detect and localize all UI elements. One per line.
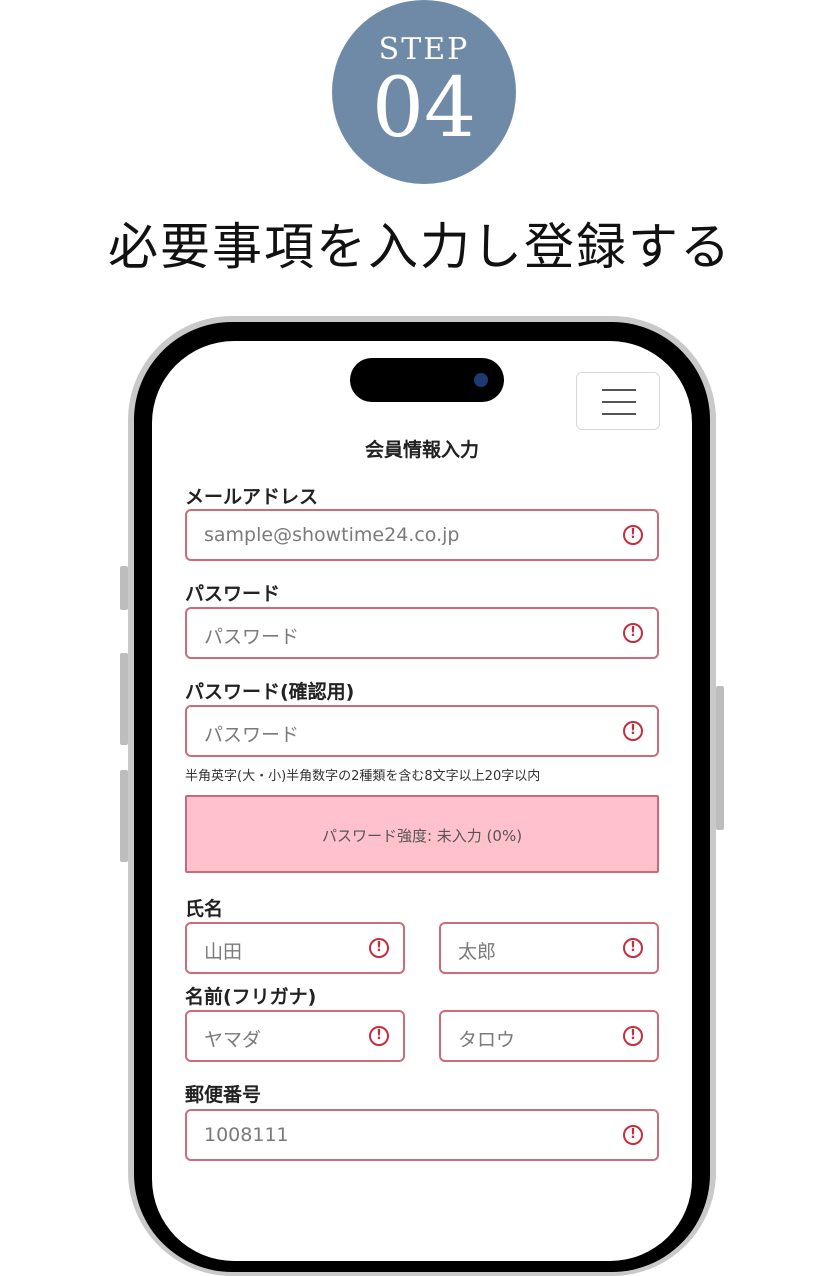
first-name-kana-placeholder: タロウ [458,1029,516,1051]
phone-action-button [120,566,128,610]
alert-circle-icon: ! [369,1026,389,1046]
hamburger-icon-bar [602,401,636,403]
first-name-placeholder: 太郎 [458,941,497,963]
last-name-field[interactable]: 山田 ! [185,922,405,974]
last-name-kana-placeholder: ヤマダ [204,1029,262,1051]
email-label: メールアドレス [185,486,319,508]
postal-code-placeholder: 1008111 [204,1124,289,1146]
name-label: 氏名 [185,898,224,920]
first-name-field[interactable]: 太郎 ! [439,922,659,974]
postal-label: 郵便番号 [185,1084,262,1106]
password-field[interactable]: パスワード ! [185,607,659,659]
password-confirm-placeholder: パスワード [204,724,300,746]
alert-circle-icon: ! [623,525,643,545]
last-name-placeholder: 山田 [204,941,243,963]
password-confirm-field[interactable]: パスワード ! [185,705,659,757]
phone-power-button [716,686,724,830]
hamburger-icon-bar [602,413,636,415]
alert-circle-icon: ! [623,1125,643,1145]
last-name-kana-field[interactable]: ヤマダ ! [185,1010,405,1062]
phone-volume-up-button [120,653,128,745]
step-number: 04 [371,61,477,156]
alert-circle-icon: ! [623,1026,643,1046]
phone-volume-down-button [120,770,128,862]
dynamic-island [350,358,504,402]
password-confirm-label: パスワード(確認用) [185,681,355,703]
page-headline: 必要事項を入力し登録する [108,218,732,276]
step-badge: STEP 04 [332,0,516,184]
camera-icon [474,373,488,387]
first-name-kana-field[interactable]: タロウ ! [439,1010,659,1062]
password-placeholder: パスワード [204,626,300,648]
hamburger-icon-bar [602,389,636,391]
alert-circle-icon: ! [369,938,389,958]
password-strength-meter: パスワード強度: 未入力 (0%) [185,795,659,873]
kana-label: 名前(フリガナ) [185,986,317,1008]
password-label: パスワード [185,583,281,605]
phone-screen: 会員情報入力 メールアドレス sample@showtime24.co.jp !… [152,341,692,1261]
form-title: 会員情報入力 [364,439,479,461]
menu-button[interactable] [576,372,660,430]
alert-circle-icon: ! [623,938,643,958]
alert-circle-icon: ! [623,721,643,741]
alert-circle-icon: ! [623,623,643,643]
email-placeholder: sample@showtime24.co.jp [204,524,460,546]
password-strength-text: パスワード強度: 未入力 (0%) [321,827,523,845]
email-field[interactable]: sample@showtime24.co.jp ! [185,509,659,561]
postal-code-field[interactable]: 1008111 ! [185,1109,659,1161]
password-hint: 半角英字(大・小)半角数字の2種類を含む8文字以上20字以内 [185,769,541,784]
